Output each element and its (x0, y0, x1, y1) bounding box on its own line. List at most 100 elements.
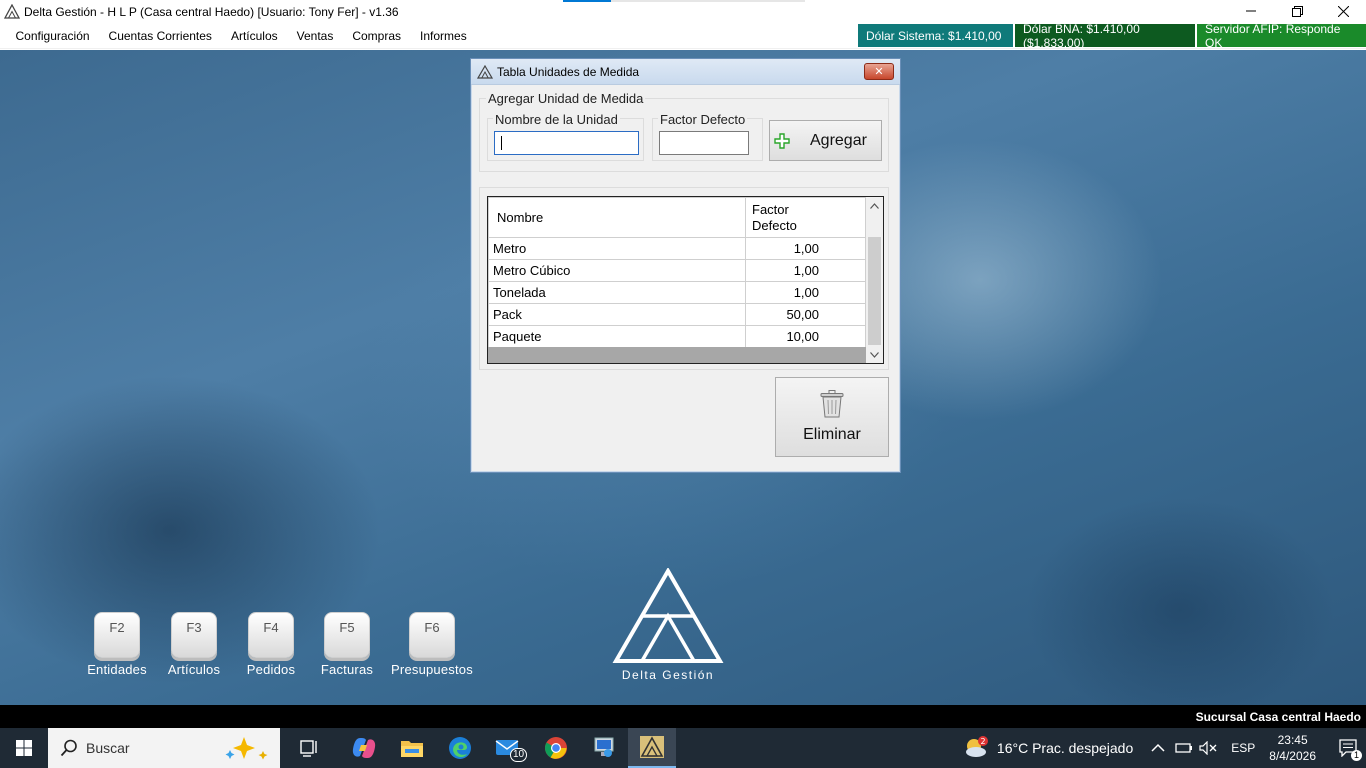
shortcut-pedidos[interactable]: F4 Pedidos (241, 612, 301, 677)
restore-button[interactable] (1274, 0, 1320, 22)
logo-text: Delta Gestión (621, 668, 715, 682)
weather-widget[interactable]: 2 16°C Prac. despejado (963, 736, 1133, 760)
agregar-button[interactable]: Agregar (769, 120, 882, 161)
dialog-title-bar: Tabla Unidades de Medida (471, 59, 900, 85)
menu-articulos[interactable]: Artículos (221, 29, 287, 43)
close-icon (1337, 5, 1349, 17)
text-caret (501, 136, 502, 150)
eliminar-label: Eliminar (803, 426, 861, 443)
column-header-factor-label: Factor Defecto (752, 201, 797, 233)
delta-app-icon (640, 736, 664, 758)
column-header-factor[interactable]: Factor Defecto (745, 197, 866, 238)
shortcut-label: Facturas (320, 662, 374, 677)
close-window-button[interactable] (1320, 0, 1366, 22)
taskbar-search[interactable]: Buscar (48, 728, 280, 768)
shortcut-articulos[interactable]: F3 Artículos (164, 612, 224, 677)
clock[interactable]: 23:45 8/4/2026 (1269, 732, 1316, 764)
minimize-icon (1246, 10, 1256, 12)
add-unit-group-title: Agregar Unidad de Medida (486, 91, 646, 106)
title-accent-track (611, 0, 805, 2)
file-explorer-button[interactable] (388, 728, 436, 768)
cell-nombre: Metro Cúbico (488, 259, 746, 282)
clock-date: 8/4/2026 (1269, 749, 1316, 763)
grid-empty-area (488, 347, 866, 363)
menu-informes[interactable]: Informes (411, 29, 477, 43)
title-bar: Delta Gestión - H L P (Casa central Haed… (0, 0, 1366, 24)
delta-triangle-logo-icon (612, 568, 724, 663)
table-row[interactable]: Tonelada 1,00 (488, 281, 866, 304)
system-tray: 2 16°C Prac. despejado ESP 23:45 8/4/202… (963, 728, 1366, 768)
servidor-afip-badge: Servidor AFIP: Responde OK (1197, 22, 1366, 50)
copilot-sparkle-icon (225, 737, 268, 760)
shortcut-entidades[interactable]: F2 Entidades (87, 612, 147, 677)
edge-button[interactable] (436, 728, 484, 768)
svg-text:2: 2 (980, 737, 985, 746)
grid-scrollbar[interactable] (866, 197, 883, 363)
table-row[interactable]: Pack 50,00 (488, 303, 866, 326)
mail-badge: 10 (510, 748, 528, 762)
delta-gestion-taskbar-button[interactable] (628, 728, 676, 768)
scroll-down-icon[interactable] (866, 346, 883, 363)
f2-key-icon: F2 (94, 612, 140, 658)
cell-factor: 1,00 (745, 237, 866, 260)
close-icon: ✕ (874, 66, 884, 78)
f6-key-icon: F6 (409, 612, 455, 658)
edge-browser-icon (449, 737, 471, 759)
search-icon (60, 739, 77, 757)
shortcut-facturas[interactable]: F5 Facturas (317, 612, 377, 677)
cell-factor: 10,00 (745, 325, 866, 348)
cell-nombre: Paquete (488, 325, 746, 348)
chevron-up-icon[interactable] (1151, 743, 1165, 753)
task-view-button[interactable] (280, 728, 340, 768)
eliminar-button[interactable]: Eliminar (775, 377, 889, 457)
table-row[interactable]: Paquete 10,00 (488, 325, 866, 348)
shortcut-presupuestos[interactable]: F6 Presupuestos (389, 612, 475, 677)
agregar-label: Agregar (810, 131, 867, 149)
sucursal-label: Sucursal Casa central Haedo (1195, 709, 1361, 724)
folder-icon (401, 741, 423, 757)
remote-desktop-button[interactable] (580, 728, 628, 768)
remote-desktop-icon (594, 737, 614, 757)
dialog-close-button[interactable]: ✕ (864, 63, 894, 80)
menu-configuracion[interactable]: Configuración (6, 29, 99, 43)
chrome-button[interactable] (532, 728, 580, 768)
title-accent (563, 0, 611, 2)
dolar-bna-badge: Dólar BNA: $1.410,00 ($1.833,00) (1015, 22, 1195, 50)
name-field-label: Nombre de la Unidad (493, 112, 620, 127)
table-row[interactable]: Metro Cúbico 1,00 (488, 259, 866, 282)
unidades-medida-dialog: Tabla Unidades de Medida ✕ Agregar Unida… (470, 58, 901, 473)
menu-compras[interactable]: Compras (343, 29, 411, 43)
factor-field-label: Factor Defecto (658, 112, 748, 127)
f4-key-icon: F4 (248, 612, 294, 658)
shortcut-label: Presupuestos (391, 662, 473, 677)
window-controls (1228, 0, 1366, 24)
window-title: Delta Gestión - H L P (Casa central Haed… (24, 5, 399, 19)
factor-input[interactable] (659, 131, 749, 155)
grid-header-row: Nombre Factor Defecto (488, 197, 866, 238)
chrome-icon (545, 737, 567, 759)
start-button[interactable] (0, 728, 48, 768)
shortcut-label: Artículos (167, 662, 221, 677)
unit-name-input[interactable] (494, 131, 639, 155)
windows-logo-icon (16, 740, 32, 756)
taskbar: Buscar 10 2 16°C Prac. despejado ESP 23:… (0, 728, 1366, 768)
menu-ventas[interactable]: Ventas (287, 29, 343, 43)
menu-cuentas-corrientes[interactable]: Cuentas Corrientes (99, 29, 221, 43)
clock-time: 23:45 (1277, 733, 1308, 747)
scroll-up-icon[interactable] (866, 197, 883, 214)
shortcut-label: Pedidos (246, 662, 296, 677)
speaker-muted-icon[interactable] (1199, 741, 1217, 755)
notification-center-button[interactable]: 1 (1330, 728, 1366, 768)
column-header-nombre[interactable]: Nombre (488, 197, 746, 238)
units-grid[interactable]: Nombre Factor Defecto Metro 1,00 Metro C… (487, 196, 884, 364)
minimize-button[interactable] (1228, 0, 1274, 22)
copilot-button[interactable] (340, 728, 388, 768)
language-indicator[interactable]: ESP (1231, 741, 1255, 755)
mail-button[interactable]: 10 (484, 728, 532, 768)
weather-moon-cloud-icon: 2 (965, 736, 988, 757)
table-row[interactable]: Metro 1,00 (488, 237, 866, 260)
battery-icon[interactable] (1175, 741, 1193, 755)
notification-count-badge: 1 (1351, 750, 1362, 761)
cell-factor: 50,00 (745, 303, 866, 326)
scrollbar-thumb[interactable] (868, 237, 881, 345)
